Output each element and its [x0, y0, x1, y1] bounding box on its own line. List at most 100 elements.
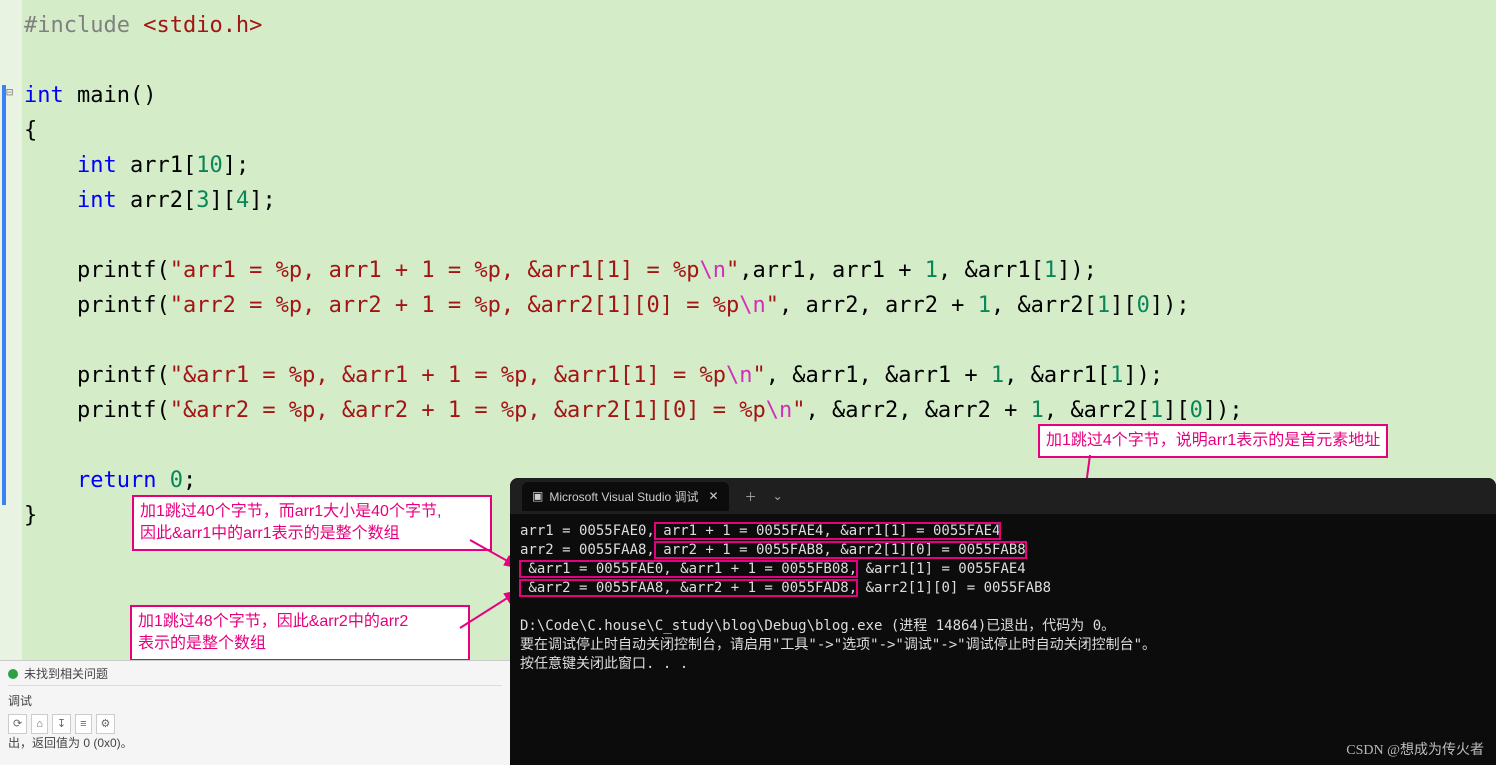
t: ]); [1057, 258, 1097, 283]
terminal-icon: ▣ [532, 489, 543, 503]
term-line: arr2 = 0055FAA8, [520, 542, 655, 558]
anno-text: 因此&arr1中的arr1表示的是整个数组 [140, 523, 484, 545]
s: " [766, 293, 779, 318]
t: , &arr2[ [1044, 398, 1150, 423]
anno-text: 加1跳过48个字节，因此&arr2中的arr2 [138, 611, 462, 633]
s: "arr2 = %p, arr2 + 1 = %p, &arr2[1][0] =… [170, 293, 740, 318]
n: 1 [1097, 293, 1110, 318]
tab-close-icon[interactable]: ✕ [709, 489, 719, 503]
s: " [726, 258, 739, 283]
term-line: 要在调试停止时自动关闭控制台，请启用"工具"->"选项"->"调试"->"调试停… [520, 637, 1156, 653]
t: printf( [24, 293, 170, 318]
toolbar-icons[interactable]: ⟳⌂↧≡⚙ [8, 714, 502, 734]
watermark: CSDN @想成为传火者 [1346, 739, 1484, 759]
t: ,arr1, arr1 + [739, 258, 924, 283]
t: , &arr2, &arr2 + [805, 398, 1030, 423]
brace: } [24, 503, 37, 528]
n: 1 [1110, 363, 1123, 388]
n: 10 [196, 153, 223, 178]
t: ][ [1110, 293, 1137, 318]
issues-status[interactable]: 未找到相关问题 [8, 665, 502, 686]
term-line: 按任意键关闭此窗口. . . [520, 656, 688, 672]
anno-text: 表示的是整个数组 [138, 633, 462, 655]
tool-icon[interactable]: ⚙ [96, 714, 116, 734]
t: ][ [209, 188, 236, 213]
t: ][ [1163, 398, 1190, 423]
terminal-body[interactable]: arr1 = 0055FAE0, arr1 + 1 = 0055FAE4, &a… [510, 514, 1496, 682]
n: 1 [1044, 258, 1057, 283]
kw: return [24, 468, 170, 493]
term-highlight: &arr1 = 0055FAE0, &arr1 + 1 = 0055FB08, [520, 561, 857, 577]
e: \n [739, 293, 766, 318]
t: , &arr2[ [991, 293, 1097, 318]
status-ok-icon [8, 669, 18, 679]
change-bar [2, 85, 6, 505]
terminal-window[interactable]: ▣ Microsoft Visual Studio 调试 ✕ ＋ ⌄ arr1 … [510, 478, 1496, 765]
collapse-toggle[interactable]: ⊟ [6, 85, 13, 100]
t: , arr2, arr2 + [779, 293, 978, 318]
new-tab-button[interactable]: ＋ [745, 488, 757, 505]
main-sig: main() [64, 83, 157, 108]
t: printf( [24, 258, 170, 283]
tool-icon[interactable]: ⟳ [8, 714, 27, 734]
terminal-tab[interactable]: ▣ Microsoft Visual Studio 调试 ✕ [522, 482, 729, 511]
t: ]); [1123, 363, 1163, 388]
n: 0 [1190, 398, 1203, 423]
s: " [753, 363, 766, 388]
n: 0 [170, 468, 183, 493]
exit-text: 出，返回值为 0 (0x0)。 [8, 734, 502, 752]
preproc: #include [24, 13, 143, 38]
term-line: arr1 = 0055FAE0, [520, 523, 655, 539]
debug-label: 调试 [8, 692, 502, 710]
n: 1 [978, 293, 991, 318]
ide-status-panel: 未找到相关问题 调试 ⟳⌂↧≡⚙ 出，返回值为 0 (0x0)。 [0, 660, 510, 765]
anno-text: 加1跳过40个字节，而arr1大小是40个字节, [140, 501, 484, 523]
n: 3 [196, 188, 209, 213]
tab-dropdown-icon[interactable]: ⌄ [773, 489, 783, 503]
s: "arr1 = %p, arr1 + 1 = %p, &arr1[1] = %p [170, 258, 700, 283]
n: 1 [1031, 398, 1044, 423]
term-highlight: arr1 + 1 = 0055FAE4, &arr1[1] = 0055FAE4 [655, 523, 1001, 539]
term-highlight: &arr2 = 0055FAA8, &arr2 + 1 = 0055FAD8, [520, 580, 857, 596]
kw: int [24, 188, 117, 213]
t: arr1[ [117, 153, 196, 178]
t: ; [183, 468, 196, 493]
brace: { [24, 118, 37, 143]
t: , &arr1[ [938, 258, 1044, 283]
terminal-titlebar[interactable]: ▣ Microsoft Visual Studio 调试 ✕ ＋ ⌄ [510, 478, 1496, 514]
terminal-title-text: Microsoft Visual Studio 调试 [549, 488, 698, 505]
e: \n [766, 398, 793, 423]
t: ]); [1150, 293, 1190, 318]
annotation-arr1-ref: 加1跳过40个字节，而arr1大小是40个字节, 因此&arr1中的arr1表示… [132, 495, 492, 551]
term-line: &arr2[1][0] = 0055FAB8 [857, 580, 1051, 596]
t: ]; [223, 153, 250, 178]
n: 0 [1137, 293, 1150, 318]
n: 1 [1150, 398, 1163, 423]
t: printf( [24, 363, 170, 388]
t: ]; [249, 188, 276, 213]
s: " [792, 398, 805, 423]
anno-text: 加1跳过4个字节，说明arr1表示的是首元素地址 [1046, 432, 1380, 449]
status-text: 未找到相关问题 [24, 665, 108, 683]
kw-int: int [24, 83, 64, 108]
annotation-arr2-ref: 加1跳过48个字节，因此&arr2中的arr2 表示的是整个数组 [130, 605, 470, 661]
annotation-arr1-elem: 加1跳过4个字节，说明arr1表示的是首元素地址 [1038, 424, 1388, 458]
term-line: &arr1[1] = 0055FAE4 [857, 561, 1026, 577]
t: printf( [24, 398, 170, 423]
e: \n [700, 258, 727, 283]
t: ]); [1203, 398, 1243, 423]
include-file: <stdio.h> [143, 13, 262, 38]
tool-icon[interactable]: ≡ [75, 714, 91, 734]
e: \n [726, 363, 753, 388]
n: 4 [236, 188, 249, 213]
t: arr2[ [117, 188, 196, 213]
t: , &arr1[ [1004, 363, 1110, 388]
tool-icon[interactable]: ↧ [52, 714, 71, 734]
n: 1 [925, 258, 938, 283]
s: "&arr2 = %p, &arr2 + 1 = %p, &arr2[1][0]… [170, 398, 766, 423]
n: 1 [991, 363, 1004, 388]
term-line: D:\Code\C.house\C_study\blog\Debug\blog.… [520, 618, 1115, 634]
term-highlight: arr2 + 1 = 0055FAB8, &arr2[1][0] = 0055F… [655, 542, 1026, 558]
tool-icon[interactable]: ⌂ [31, 714, 48, 734]
s: "&arr1 = %p, &arr1 + 1 = %p, &arr1[1] = … [170, 363, 726, 388]
